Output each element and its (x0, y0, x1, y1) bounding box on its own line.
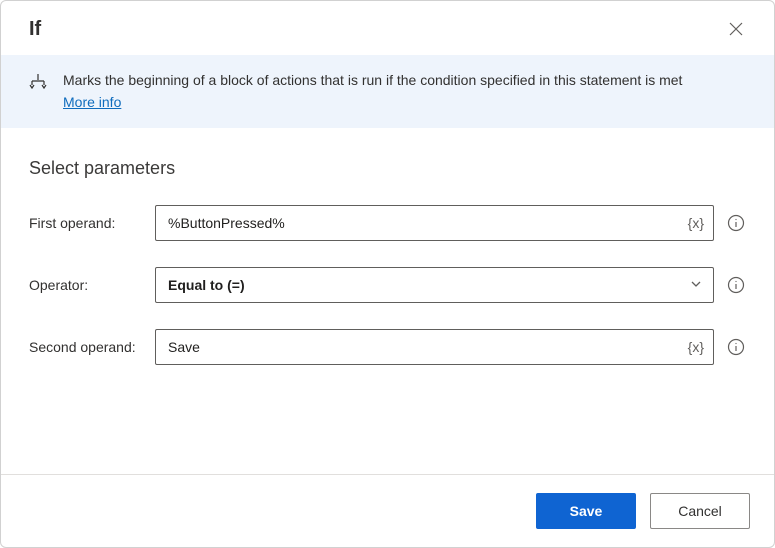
save-button[interactable]: Save (536, 493, 636, 529)
cancel-button[interactable]: Cancel (650, 493, 750, 529)
banner-description: Marks the beginning of a block of action… (63, 72, 682, 88)
close-icon (729, 22, 743, 36)
first-operand-row: First operand: {x} (29, 205, 746, 241)
info-icon (727, 214, 745, 232)
banner-text: Marks the beginning of a block of action… (63, 71, 746, 112)
if-action-dialog: If Marks the beginning of a block of act… (0, 0, 775, 548)
section-title: Select parameters (29, 158, 746, 179)
operator-info-button[interactable] (726, 275, 746, 295)
operator-label: Operator: (29, 277, 155, 293)
info-icon (727, 338, 745, 356)
second-operand-input-wrap: {x} (155, 329, 714, 365)
dialog-footer: Save Cancel (1, 474, 774, 547)
second-operand-input[interactable] (155, 329, 714, 365)
second-operand-row: Second operand: {x} (29, 329, 746, 365)
dialog-title: If (29, 18, 41, 41)
operator-select-wrap (155, 267, 714, 303)
first-operand-label: First operand: (29, 215, 155, 231)
operator-select[interactable] (155, 267, 714, 303)
operator-row: Operator: (29, 267, 746, 303)
second-operand-info-button[interactable] (726, 337, 746, 357)
info-icon (727, 276, 745, 294)
info-banner: Marks the beginning of a block of action… (1, 55, 774, 128)
dialog-header: If (1, 1, 774, 55)
close-button[interactable] (722, 15, 750, 43)
first-operand-input-wrap: {x} (155, 205, 714, 241)
branch-icon (29, 73, 47, 94)
dialog-body: Select parameters First operand: {x} Ope… (1, 128, 774, 474)
first-operand-info-button[interactable] (726, 213, 746, 233)
first-operand-input[interactable] (155, 205, 714, 241)
second-operand-label: Second operand: (29, 339, 155, 355)
more-info-link[interactable]: More info (63, 93, 121, 113)
